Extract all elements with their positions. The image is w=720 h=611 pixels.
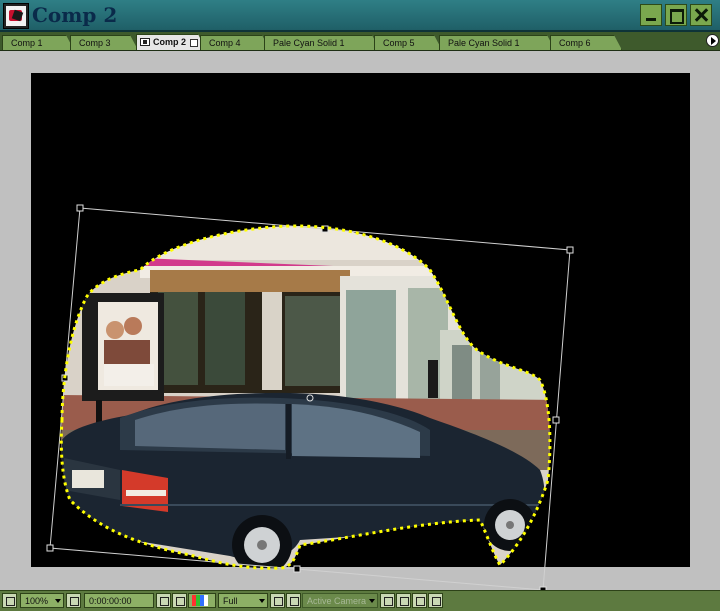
always-preview-icon[interactable] (2, 593, 17, 608)
transparency-icon[interactable] (286, 593, 301, 608)
region-icon[interactable] (270, 593, 285, 608)
grid-icon[interactable] (66, 593, 81, 608)
composition-frame[interactable] (0, 0, 720, 610)
camera-dropdown[interactable]: Active Camera (302, 593, 378, 608)
chevron-down-icon (259, 599, 265, 603)
viewer-bottom-toolbar: 100% 0:00:00:00 Full Active Camera (0, 590, 720, 611)
draft-3d-icon[interactable] (380, 593, 395, 608)
chevron-down-icon (55, 599, 61, 603)
zoom-dropdown[interactable]: 100% (20, 593, 64, 608)
timeline-icon[interactable] (412, 593, 427, 608)
resolution-dropdown[interactable]: Full (218, 593, 268, 608)
alpha-channel-swatch (204, 595, 208, 606)
current-time-display[interactable]: 0:00:00:00 (84, 593, 154, 608)
channel-icon[interactable] (188, 593, 216, 608)
show-snapshot-icon[interactable] (172, 593, 187, 608)
masked-footage (61, 225, 550, 569)
snapshot-icon[interactable] (156, 593, 171, 608)
flowchart-icon[interactable] (428, 593, 443, 608)
fast-previews-icon[interactable] (396, 593, 411, 608)
chevron-down-icon (369, 599, 375, 603)
